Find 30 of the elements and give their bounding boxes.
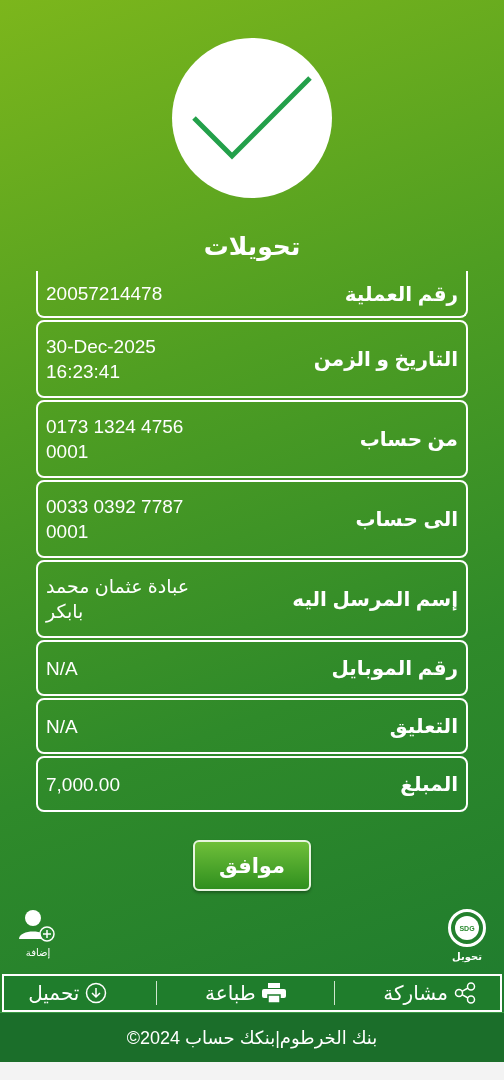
detail-label: رقم الموبايل: [331, 656, 458, 680]
add-button[interactable]: إضافة: [18, 909, 58, 962]
add-user-icon: [18, 909, 58, 943]
detail-label: إسم المرسل اليه: [292, 587, 458, 611]
print-button[interactable]: طباعة: [205, 981, 286, 1005]
detail-value: 0173 1324 4756 0001: [46, 415, 185, 464]
detail-value: N/A: [46, 714, 79, 739]
detail-label: التاريخ و الزمن: [313, 347, 458, 371]
detail-label: التعليق: [389, 714, 458, 738]
detail-value: 0033 0392 7787 0001: [46, 495, 185, 544]
detail-value: N/A: [46, 656, 79, 681]
download-button[interactable]: تحميل: [28, 981, 108, 1005]
detail-value: 30-Dec-2025 16:23:41: [46, 335, 157, 384]
detail-value: عبادة عثمان محمد بابكر: [46, 575, 191, 624]
share-button[interactable]: مشاركة: [383, 981, 476, 1005]
add-label: إضافة: [25, 947, 51, 958]
detail-label: المبلغ: [400, 772, 458, 796]
detail-value: 20057214478: [46, 282, 164, 306]
footer-copyright: ©2024 بنك الخرطوم|بنكك حساب: [0, 1012, 504, 1062]
ok-button[interactable]: موافق: [193, 840, 311, 891]
download-icon: [85, 982, 108, 1004]
detail-label: من حساب: [359, 427, 458, 451]
detail-label: رقم العملية: [344, 281, 458, 306]
transfer-label: تحويل: [452, 951, 482, 962]
success-check-icon: [172, 38, 332, 198]
printer-icon: [261, 983, 286, 1003]
share-icon: [453, 982, 476, 1004]
detail-value: 7,000.00: [46, 772, 121, 797]
page-title: تحويلات: [203, 232, 301, 261]
detail-label: الى حساب: [355, 507, 458, 531]
